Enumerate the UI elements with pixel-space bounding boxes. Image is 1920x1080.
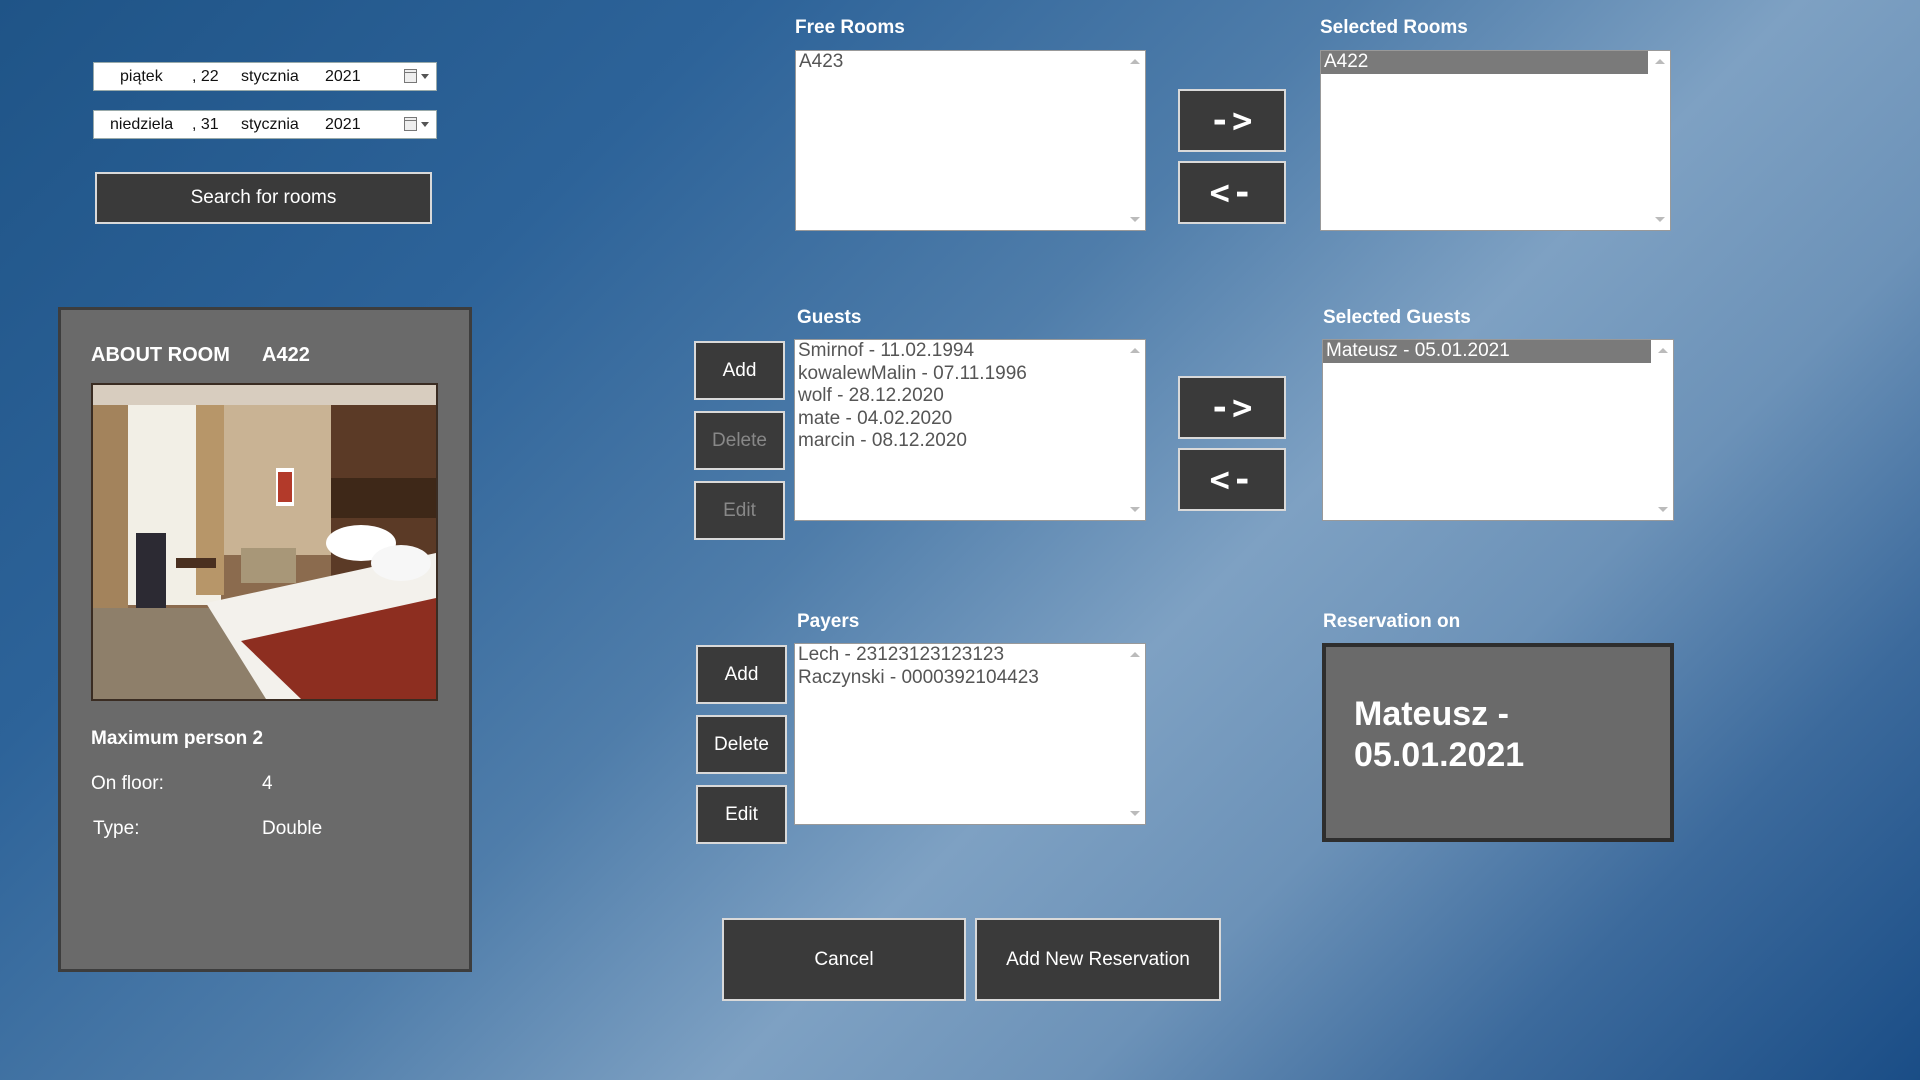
move-guest-right-button[interactable]: -> xyxy=(1178,376,1286,439)
selected-rooms-list[interactable]: A422 xyxy=(1320,50,1671,231)
list-item[interactable]: A423 xyxy=(796,51,1145,74)
move-room-right-button[interactable]: -> xyxy=(1178,89,1286,152)
about-room-number: A422 xyxy=(262,344,310,366)
list-item[interactable]: Smirnof - 11.02.1994 xyxy=(795,340,1145,363)
date-from-dayname: piątek xyxy=(120,68,163,85)
scroll-down-icon[interactable] xyxy=(1658,507,1668,512)
list-item[interactable]: Lech - 23123123123123 xyxy=(795,644,1145,667)
list-item[interactable]: Raczynski - 0000392104423 xyxy=(795,667,1145,690)
about-room-panel: ABOUT ROOM A422 Maximum person 2 On floo… xyxy=(58,307,472,972)
chevron-down-icon[interactable] xyxy=(421,122,429,127)
scroll-up-icon[interactable] xyxy=(1658,348,1668,353)
date-to-picker[interactable]: niedziela , 31 stycznia 2021 xyxy=(93,110,437,139)
guests-list[interactable]: Smirnof - 11.02.1994 kowalewMalin - 07.1… xyxy=(794,339,1146,521)
scroll-down-icon[interactable] xyxy=(1655,217,1665,222)
scroll-down-icon[interactable] xyxy=(1130,217,1140,222)
chevron-down-icon[interactable] xyxy=(421,74,429,79)
delete-payer-button[interactable]: Delete xyxy=(696,715,787,774)
reservation-line-1: Mateusz - xyxy=(1354,695,1509,733)
date-to-day: , 31 xyxy=(192,116,219,133)
scroll-up-icon[interactable] xyxy=(1655,59,1665,64)
selected-rooms-label: Selected Rooms xyxy=(1320,17,1468,38)
free-rooms-list[interactable]: A423 xyxy=(795,50,1146,231)
floor-value: 4 xyxy=(262,773,273,794)
date-from-month: stycznia xyxy=(241,68,299,85)
reservation-summary: Mateusz - 05.01.2021 xyxy=(1322,643,1674,842)
list-item[interactable]: marcin - 08.12.2020 xyxy=(795,430,1145,453)
date-from-day: , 22 xyxy=(192,68,219,85)
max-person-label: Maximum person 2 xyxy=(91,728,264,749)
move-room-left-button[interactable]: <- xyxy=(1178,161,1286,224)
floor-label: On floor: xyxy=(91,773,164,794)
list-item[interactable]: mate - 04.02.2020 xyxy=(795,408,1145,431)
list-item[interactable]: Mateusz - 05.01.2021 xyxy=(1323,340,1651,363)
guests-label: Guests xyxy=(797,307,862,328)
about-room-title: ABOUT ROOM xyxy=(91,344,230,366)
scrollbar[interactable] xyxy=(1650,51,1670,230)
list-item[interactable]: A422 xyxy=(1321,51,1648,74)
add-guest-button[interactable]: Add xyxy=(694,341,785,400)
delete-guest-button[interactable]: Delete xyxy=(694,411,785,470)
reservation-label: Reservation on xyxy=(1323,611,1461,632)
date-from-year: 2021 xyxy=(325,68,361,85)
scroll-up-icon[interactable] xyxy=(1130,348,1140,353)
selected-guests-label: Selected Guests xyxy=(1323,307,1471,328)
edit-guest-button[interactable]: Edit xyxy=(694,481,785,540)
edit-payer-button[interactable]: Edit xyxy=(696,785,787,844)
type-label: Type: xyxy=(93,818,140,839)
scroll-down-icon[interactable] xyxy=(1130,507,1140,512)
scroll-down-icon[interactable] xyxy=(1130,811,1140,816)
room-photo xyxy=(91,383,438,701)
scroll-up-icon[interactable] xyxy=(1130,652,1140,657)
scrollbar[interactable] xyxy=(1125,51,1145,230)
list-item[interactable]: kowalewMalin - 07.11.1996 xyxy=(795,363,1145,386)
search-rooms-button[interactable]: Search for rooms xyxy=(95,172,432,224)
date-from-picker[interactable]: piątek , 22 stycznia 2021 xyxy=(93,62,437,91)
reservation-line-2: 05.01.2021 xyxy=(1354,736,1525,774)
scrollbar[interactable] xyxy=(1653,340,1673,520)
payers-label: Payers xyxy=(797,611,860,632)
add-new-reservation-button[interactable]: Add New Reservation xyxy=(975,918,1221,1001)
scrollbar[interactable] xyxy=(1125,340,1145,520)
add-payer-button[interactable]: Add xyxy=(696,645,787,704)
date-to-year: 2021 xyxy=(325,116,361,133)
scrollbar[interactable] xyxy=(1125,644,1145,824)
date-to-dayname: niedziela xyxy=(110,116,174,133)
calendar-icon[interactable] xyxy=(404,69,417,83)
scroll-up-icon[interactable] xyxy=(1130,59,1140,64)
free-rooms-label: Free Rooms xyxy=(795,17,905,38)
type-value: Double xyxy=(262,818,323,839)
selected-guests-list[interactable]: Mateusz - 05.01.2021 xyxy=(1322,339,1674,521)
calendar-icon[interactable] xyxy=(404,117,417,131)
date-to-month: stycznia xyxy=(241,116,299,133)
cancel-button[interactable]: Cancel xyxy=(722,918,966,1001)
payers-list[interactable]: Lech - 23123123123123 Raczynski - 000039… xyxy=(794,643,1146,825)
list-item[interactable]: wolf - 28.12.2020 xyxy=(795,385,1145,408)
move-guest-left-button[interactable]: <- xyxy=(1178,448,1286,511)
